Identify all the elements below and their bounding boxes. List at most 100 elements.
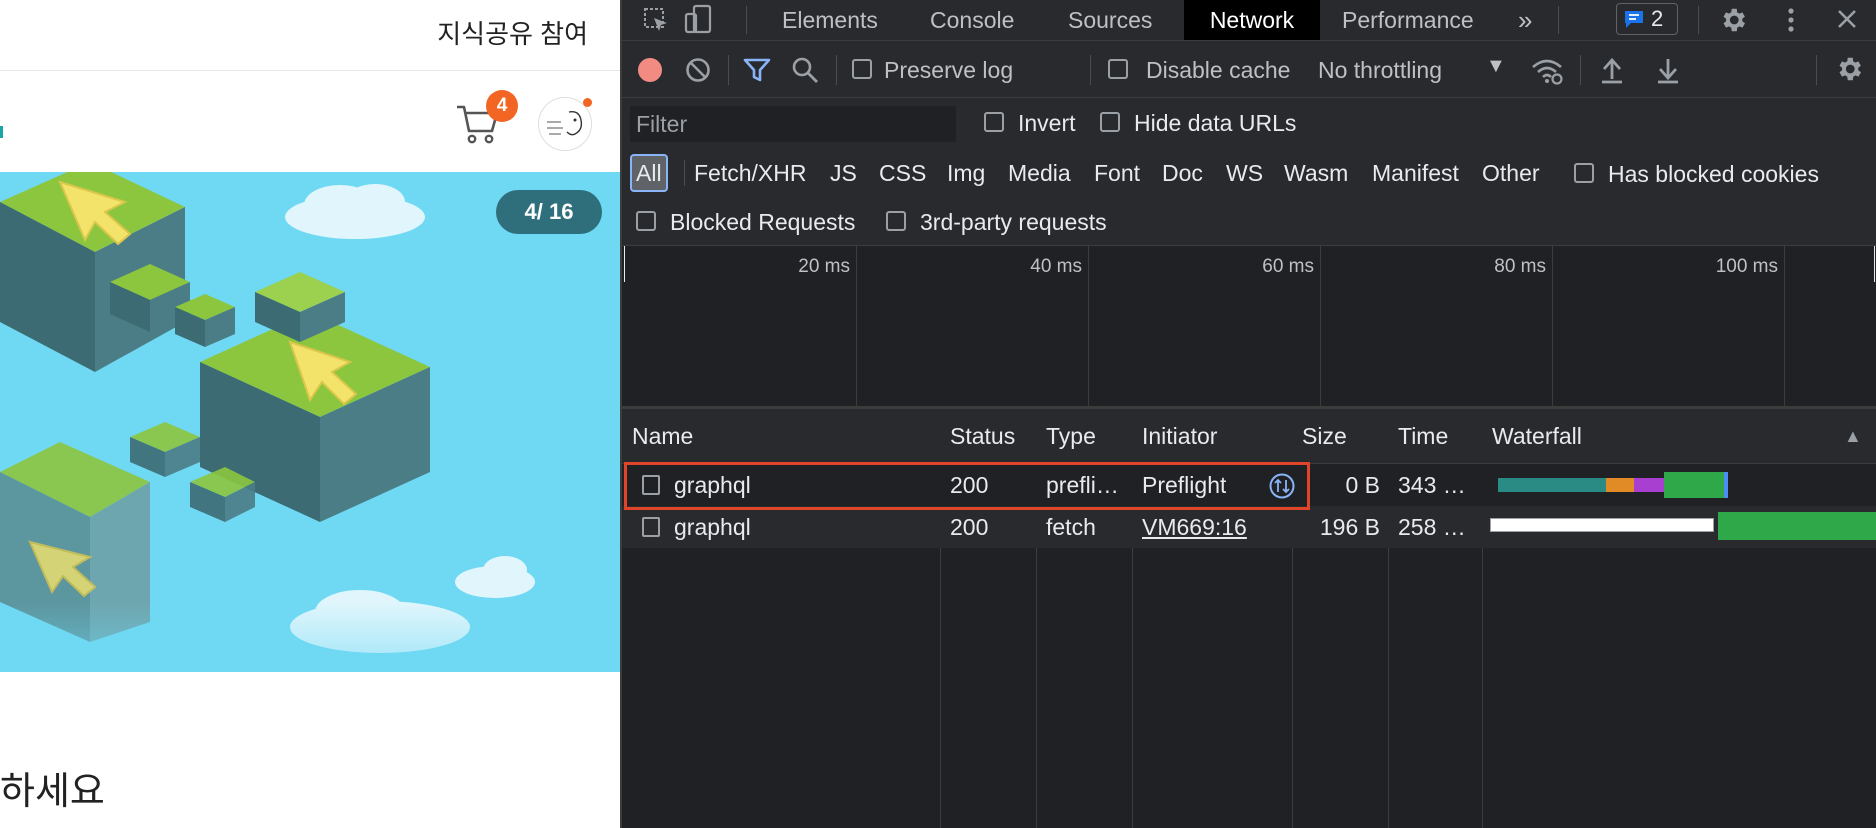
has-blocked-cookies-label: Has blocked cookies: [1608, 161, 1819, 187]
tab-performance[interactable]: Performance: [1342, 0, 1474, 40]
column-header-size[interactable]: Size: [1302, 409, 1347, 463]
timeline-gridline: [856, 246, 857, 406]
timeline-tick: 80 ms: [1494, 256, 1546, 277]
column-header-name[interactable]: Name: [632, 409, 693, 463]
inspect-element-icon[interactable]: [642, 6, 670, 34]
filter-icon[interactable]: [742, 55, 772, 85]
import-har-icon[interactable]: [1598, 55, 1626, 85]
has-blocked-cookies-checkbox[interactable]: [1574, 163, 1594, 183]
network-conditions-icon[interactable]: [1530, 55, 1564, 85]
toolbar-separator: [1816, 55, 1817, 85]
devtools-tab-bar: Elements Console Sources Network Perform…: [622, 0, 1876, 41]
issues-count: 2: [1651, 6, 1664, 31]
timeline-gridline: [1088, 246, 1089, 406]
devtools-panel: Elements Console Sources Network Perform…: [620, 0, 1876, 828]
filter-type-fetch-xhr[interactable]: Fetch/XHR: [694, 154, 806, 192]
timeline-end-marker: [1874, 246, 1875, 282]
third-party-requests-checkbox[interactable]: [886, 211, 906, 231]
timeline-tick: 40 ms: [1030, 256, 1082, 277]
waterfall-stalled-bar: [1490, 518, 1714, 532]
request-type: fetch: [1046, 514, 1096, 540]
hide-data-urls-label: Hide data URLs: [1134, 110, 1297, 136]
tab-elements[interactable]: Elements: [782, 0, 878, 40]
preserve-log-checkbox[interactable]: [852, 59, 872, 79]
chevron-double-right-icon[interactable]: »: [1518, 0, 1532, 40]
timeline-gridline: [1552, 246, 1553, 406]
tab-sources[interactable]: Sources: [1068, 0, 1152, 40]
knowledge-share-link[interactable]: 지식공유 참여: [437, 14, 588, 51]
search-icon[interactable]: [790, 55, 820, 85]
column-header-initiator[interactable]: Initiator: [1142, 409, 1217, 463]
filter-type-other[interactable]: Other: [1482, 154, 1540, 192]
filter-type-ws[interactable]: WS: [1226, 154, 1263, 192]
more-options-icon[interactable]: [1786, 5, 1796, 35]
page-top-bar: 지식공유 참여: [0, 0, 620, 71]
network-toolbar: Preserve log Disable cache No throttling…: [622, 41, 1876, 98]
toolbar-separator: [836, 55, 837, 85]
avatar-image: [539, 98, 591, 150]
request-size: 196 B: [1319, 514, 1380, 540]
filter-type-manifest[interactable]: Manifest: [1372, 154, 1459, 192]
tab-separator: [1698, 6, 1699, 34]
table-header: Name Status Type Initiator Size Time Wat…: [622, 409, 1876, 464]
close-icon[interactable]: [1836, 8, 1858, 30]
filter-type-doc[interactable]: Doc: [1162, 154, 1203, 192]
disable-cache-checkbox[interactable]: [1108, 59, 1128, 79]
invert-label: Invert: [1018, 110, 1076, 136]
toolbar-separator: [728, 55, 729, 85]
timeline-tick: 60 ms: [1262, 256, 1314, 277]
sort-ascending-icon[interactable]: ▲: [1844, 409, 1862, 463]
hero-banner[interactable]: 4/ 16: [0, 172, 620, 672]
web-page: 지식공유 참여 4 4/ 16 하세요: [0, 0, 620, 828]
column-header-status[interactable]: Status: [950, 409, 1015, 463]
disable-cache-label: Disable cache: [1146, 57, 1291, 83]
tab-network[interactable]: Network: [1184, 0, 1320, 40]
timeline-gridline: [1320, 246, 1321, 406]
export-har-icon[interactable]: [1654, 55, 1682, 85]
request-time: 343 …: [1398, 472, 1466, 498]
filter-type-font[interactable]: Font: [1094, 154, 1140, 192]
waterfall-download-bar: [1718, 512, 1876, 540]
filter-input[interactable]: [630, 106, 956, 142]
filter-type-css[interactable]: CSS: [879, 154, 926, 192]
column-header-waterfall[interactable]: Waterfall: [1492, 409, 1582, 463]
filter-field[interactable]: [630, 106, 956, 142]
filter-type-wasm[interactable]: Wasm: [1284, 154, 1348, 192]
filter-type-img[interactable]: Img: [947, 154, 985, 192]
throttling-select[interactable]: No throttling: [1318, 57, 1442, 84]
third-party-requests-label: 3rd-party requests: [920, 209, 1107, 235]
hide-data-urls-checkbox[interactable]: [1100, 112, 1120, 132]
chevron-down-icon[interactable]: ▼: [1486, 55, 1506, 78]
highlighted-preflight-row: [624, 462, 1310, 510]
notification-dot: [583, 98, 592, 107]
blocked-requests-checkbox[interactable]: [636, 211, 656, 231]
filter-type-media[interactable]: Media: [1008, 154, 1071, 192]
record-icon[interactable]: [636, 56, 664, 84]
device-toolbar-icon[interactable]: [684, 4, 714, 36]
waterfall-connecting-bar: [1498, 478, 1606, 492]
timeline-tick: 100 ms: [1715, 256, 1778, 277]
filter-type-all[interactable]: All: [630, 154, 668, 192]
clear-icon[interactable]: [684, 56, 712, 84]
tab-console[interactable]: Console: [930, 0, 1014, 40]
toolbar-separator: [1090, 55, 1091, 85]
slide-counter: 4/ 16: [496, 190, 602, 234]
page-header: 4: [0, 71, 620, 171]
blocked-requests-label: Blocked Requests: [670, 209, 856, 235]
filter-type-js[interactable]: JS: [830, 154, 857, 192]
network-overview[interactable]: 20 ms 40 ms 60 ms 80 ms 100 ms: [622, 246, 1876, 409]
column-header-type[interactable]: Type: [1046, 409, 1096, 463]
table-row[interactable]: graphql 200 fetch VM669:16 196 B 258 …: [622, 506, 1876, 548]
filter-separator: [684, 160, 685, 186]
request-name[interactable]: graphql: [674, 506, 934, 548]
invert-checkbox[interactable]: [984, 112, 1004, 132]
gear-icon[interactable]: [1718, 5, 1748, 35]
issues-button[interactable]: 2: [1616, 3, 1678, 35]
column-header-time[interactable]: Time: [1398, 409, 1448, 463]
network-settings-icon[interactable]: [1834, 54, 1864, 84]
message-icon: [1625, 11, 1643, 28]
toolbar-separator: [1580, 55, 1581, 85]
request-initiator-link[interactable]: VM669:16: [1142, 506, 1247, 548]
network-filter-bar: Invert Hide data URLs All Fetch/XHR JS C…: [622, 98, 1876, 246]
timeline-tick: 20 ms: [798, 256, 850, 277]
